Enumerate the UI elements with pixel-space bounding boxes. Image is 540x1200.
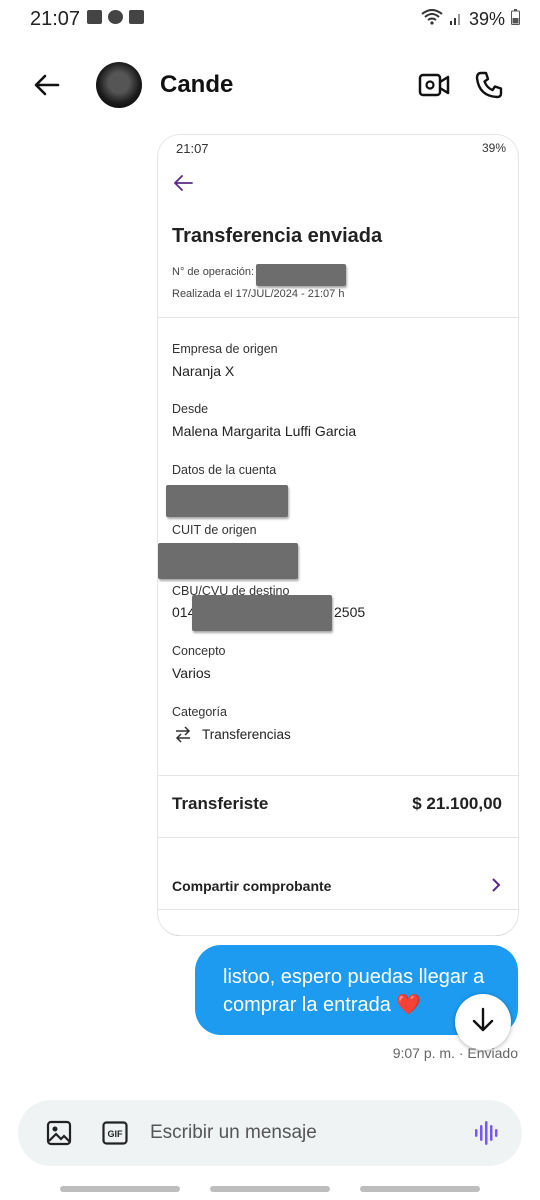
divider [158, 837, 518, 838]
inner-status-time: 21:07 [176, 141, 209, 156]
field-label: Desde [172, 402, 209, 416]
field-label: Categoría [172, 705, 227, 719]
inner-back-arrow-icon [172, 173, 194, 198]
scroll-to-bottom-button[interactable] [455, 994, 511, 1050]
divider [158, 909, 518, 910]
avatar[interactable] [96, 62, 142, 108]
divider [158, 317, 518, 318]
field-label: Empresa de origen [172, 342, 278, 356]
video-call-icon[interactable] [418, 72, 450, 103]
svg-text:GIF: GIF [108, 1129, 124, 1139]
nav-bar-segment [360, 1186, 480, 1192]
field-value: Malena Margarita Luffi Garcia [172, 423, 357, 439]
transfer-amount: $ 21.100,00 [412, 794, 502, 813]
inner-title: Transferencia enviada [172, 225, 383, 247]
operation-label: N° de operación: [172, 266, 255, 278]
gallery-notification-icon [87, 10, 102, 24]
operation-date: Realizada el 17/JUL/2024 - 21:07 h [172, 288, 345, 300]
chevron-right-icon [490, 877, 502, 898]
transfer-arrows-icon [174, 725, 192, 748]
notification-icons [87, 10, 144, 24]
field-value: Naranja X [172, 363, 235, 379]
back-arrow-icon[interactable] [32, 70, 62, 100]
mail-notification-icon [129, 10, 144, 24]
wifi-icon [421, 9, 443, 30]
arrow-down-icon [471, 1007, 495, 1038]
battery-icon [511, 9, 520, 30]
redaction-box [256, 264, 346, 286]
inner-battery-text: 39% [481, 141, 506, 155]
phone-icon[interactable] [474, 70, 504, 105]
voice-icon[interactable] [474, 1120, 500, 1151]
gif-icon[interactable]: GIF [102, 1121, 128, 1150]
redaction-box [192, 595, 332, 631]
share-receipt-label: Compartir comprobante [172, 878, 332, 894]
redaction-box [166, 485, 288, 517]
attached-screenshot[interactable]: 21:07 39% Transferencia enviada N° de op… [158, 135, 518, 935]
signal-icon [449, 9, 463, 30]
message-meta: 9:07 p. m. · Enviado [392, 1045, 518, 1061]
field-label: Datos de la cuenta [172, 463, 277, 477]
divider [158, 775, 518, 776]
contact-name[interactable]: Cande [160, 71, 233, 99]
system-icons: 39% [421, 9, 520, 30]
cbu-suffix: 2505 [334, 604, 366, 620]
transfer-label: Transferiste [172, 794, 269, 813]
inner-status-icons: 39% [482, 141, 506, 155]
status-time: 21:07 [30, 8, 81, 30]
battery-text: 39% [468, 9, 505, 29]
message-input[interactable]: Escribir un mensaje [150, 1122, 317, 1144]
nav-bar-segment [210, 1186, 330, 1192]
message-composer[interactable]: GIF Escribir un mensaje [18, 1100, 522, 1166]
field-value: Varios [172, 665, 211, 681]
field-label: Concepto [172, 644, 226, 658]
whatsapp-notification-icon [108, 10, 123, 24]
image-icon[interactable] [46, 1120, 72, 1151]
field-value: Transferencias [202, 727, 291, 742]
field-label: CUIT de origen [172, 523, 257, 537]
nav-bar-segment [60, 1186, 180, 1192]
redaction-box [158, 543, 298, 579]
